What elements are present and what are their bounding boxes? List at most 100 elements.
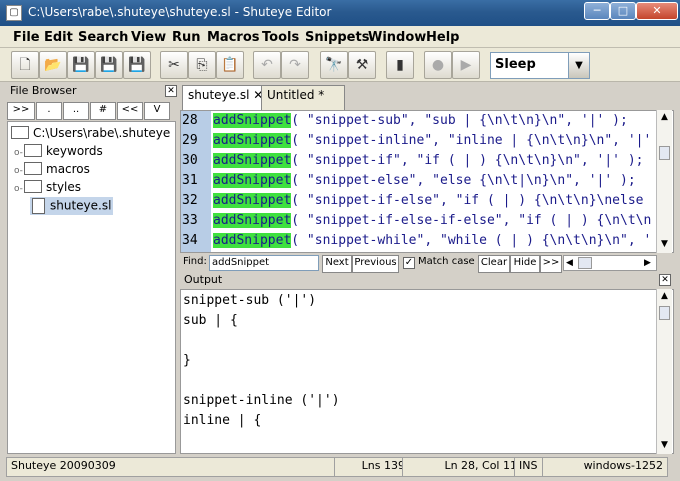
highlighted-match: addSnippet <box>213 113 292 128</box>
code-text: ( "snippet-else", "else {\n\t|\n}\n", '|… <box>291 173 636 188</box>
line-number: 28 <box>182 113 198 128</box>
menu-snippets[interactable]: Snippets <box>305 30 369 45</box>
folder-icon <box>24 144 42 157</box>
code-line[interactable]: addSnippet( "snippet-else", "else {\n\t|… <box>213 173 636 188</box>
folder-icon <box>24 180 42 193</box>
tab-untitled[interactable]: Untitled * <box>261 85 345 110</box>
paste-icon[interactable]: 📋 <box>216 51 244 79</box>
tab-label: Untitled * <box>267 88 325 102</box>
save-as-icon[interactable]: 💾 <box>95 51 123 79</box>
maximize-button[interactable]: □ <box>610 2 636 20</box>
copy-icon[interactable]: ⎘ <box>188 51 216 79</box>
record-icon[interactable]: ● <box>424 51 452 79</box>
match-case-label: Match case <box>418 256 475 267</box>
scroll-thumb[interactable] <box>659 306 670 320</box>
code-text: ( "snippet-if-else", "if ( | ) {\n\t\n}\… <box>291 193 644 208</box>
highlighted-match: addSnippet <box>213 213 292 228</box>
tree-item-keywords[interactable]: o-keywords <box>14 144 103 158</box>
close-button[interactable]: ✕ <box>636 2 678 20</box>
find-clear-button[interactable]: Clear <box>478 255 510 273</box>
fb-button-current[interactable]: . <box>36 102 62 120</box>
file-icon <box>32 198 45 214</box>
file-browser-title: File Browser <box>10 84 77 97</box>
window-title: C:\Users\rabe\.shuteye\shuteye.sl - Shut… <box>28 5 332 19</box>
code-text: ( "snippet-inline", "inline | {\n\t\n}\n… <box>291 133 652 148</box>
menu-edit[interactable]: Edit <box>44 30 73 45</box>
find-input[interactable]: addSnippet <box>209 255 319 271</box>
output-scrollbar[interactable]: ▲ ▼ <box>656 289 672 454</box>
file-browser-close-icon[interactable]: ✕ <box>165 85 177 97</box>
new-file-icon[interactable]: 🗋 <box>11 51 39 79</box>
menu-macros[interactable]: Macros <box>207 30 260 45</box>
save-icon[interactable]: 💾 <box>67 51 95 79</box>
status-encoding: windows-1252 <box>542 457 668 477</box>
menu-help[interactable]: Help <box>426 30 459 45</box>
editor-scrollbar[interactable]: ▲ ▼ <box>656 110 672 253</box>
menu-bar: File Edit Search View Run Macros Tools S… <box>0 26 680 48</box>
output-line: snippet-inline ('|') <box>183 393 340 408</box>
fb-button-back[interactable]: << <box>117 102 143 120</box>
scroll-right-icon[interactable]: ▶ <box>644 256 651 270</box>
code-line[interactable]: addSnippet( "snippet-while", "while ( | … <box>213 233 651 248</box>
expand-icon[interactable]: o- <box>14 148 23 158</box>
find-more-button[interactable]: >> <box>540 255 562 273</box>
menu-search[interactable]: Search <box>78 30 128 45</box>
code-text: ( "snippet-if-else-if-else", "if ( | ) {… <box>291 213 652 228</box>
code-line[interactable]: addSnippet( "snippet-sub", "sub | {\n\t\… <box>213 113 628 128</box>
fb-button-hash[interactable]: # <box>90 102 116 120</box>
code-text: ( "snippet-while", "while ( | ) {\n\t\n}… <box>291 233 652 248</box>
code-line[interactable]: addSnippet( "snippet-if-else", "if ( | )… <box>213 193 643 208</box>
fb-button-forward[interactable]: >> <box>7 102 35 120</box>
menu-run[interactable]: Run <box>172 30 201 45</box>
hscroll-thumb[interactable] <box>578 257 592 269</box>
exit-icon[interactable]: ▮ <box>386 51 414 79</box>
scroll-thumb[interactable] <box>659 146 670 160</box>
play-icon[interactable]: ▶ <box>452 51 480 79</box>
scroll-left-icon[interactable]: ◀ <box>566 256 573 270</box>
code-editor[interactable]: 28 addSnippet( "snippet-sub", "sub | {\n\… <box>180 110 674 253</box>
file-tree: C:\Users\rabe\.shuteye o-keywords o-macr… <box>7 121 176 454</box>
output-panel: snippet-sub ('|') sub | {} snippet-inline … <box>180 289 674 454</box>
line-number: 32 <box>182 193 198 208</box>
tree-item-styles[interactable]: o-styles <box>14 180 81 194</box>
scroll-up-icon[interactable]: ▲ <box>657 289 672 304</box>
undo-icon[interactable]: ↶ <box>253 51 281 79</box>
menu-file[interactable]: File <box>13 30 40 45</box>
fb-button-dropdown[interactable]: V <box>144 102 170 120</box>
menu-tools[interactable]: Tools <box>262 30 299 45</box>
match-case-checkbox[interactable]: ✓ <box>403 257 415 269</box>
expand-icon[interactable]: o- <box>14 184 23 194</box>
scroll-down-icon[interactable]: ▼ <box>657 237 672 252</box>
tree-root-label: C:\Users\rabe\.shuteye <box>33 126 171 140</box>
find-hide-button[interactable]: Hide <box>510 255 540 273</box>
tree-item-macros[interactable]: o-macros <box>14 162 90 176</box>
output-close-icon[interactable]: ✕ <box>659 274 671 286</box>
expand-icon[interactable]: o- <box>14 166 23 176</box>
tree-root[interactable]: C:\Users\rabe\.shuteye <box>11 126 170 140</box>
code-line[interactable]: addSnippet( "snippet-inline", "inline | … <box>213 133 651 148</box>
menu-window[interactable]: Window <box>368 30 426 45</box>
scroll-up-icon[interactable]: ▲ <box>657 110 672 125</box>
minimize-button[interactable]: ─ <box>584 2 610 20</box>
tab-shuteye-sl[interactable]: shuteye.sl ✕ <box>182 85 272 110</box>
chevron-down-icon[interactable]: ▼ <box>568 53 589 78</box>
find-next-button[interactable]: Next <box>322 255 352 273</box>
save-all-icon[interactable]: 💾 <box>123 51 151 79</box>
fb-button-parent[interactable]: .. <box>63 102 89 120</box>
scroll-down-icon[interactable]: ▼ <box>657 438 672 453</box>
tree-item-shuteye-sl[interactable]: shuteye.sl <box>30 197 114 215</box>
highlighted-match: addSnippet <box>213 233 292 248</box>
editor-hscrollbar[interactable]: ◀ ▶ <box>563 255 657 271</box>
code-line[interactable]: addSnippet( "snippet-if-else-if-else", "… <box>213 213 651 228</box>
replace-icon[interactable]: ⚒ <box>348 51 376 79</box>
find-previous-button[interactable]: Previous <box>352 255 399 273</box>
open-file-icon[interactable]: 📂 <box>39 51 67 79</box>
line-number: 31 <box>182 173 198 188</box>
cut-icon[interactable]: ✂ <box>160 51 188 79</box>
code-line[interactable]: addSnippet( "snippet-if", "if ( | ) {\n\… <box>213 153 643 168</box>
tree-item-label: macros <box>46 162 90 176</box>
find-icon[interactable]: 🔭 <box>320 51 348 79</box>
line-number: 30 <box>182 153 198 168</box>
redo-icon[interactable]: ↷ <box>281 51 309 79</box>
menu-view[interactable]: View <box>131 30 166 45</box>
